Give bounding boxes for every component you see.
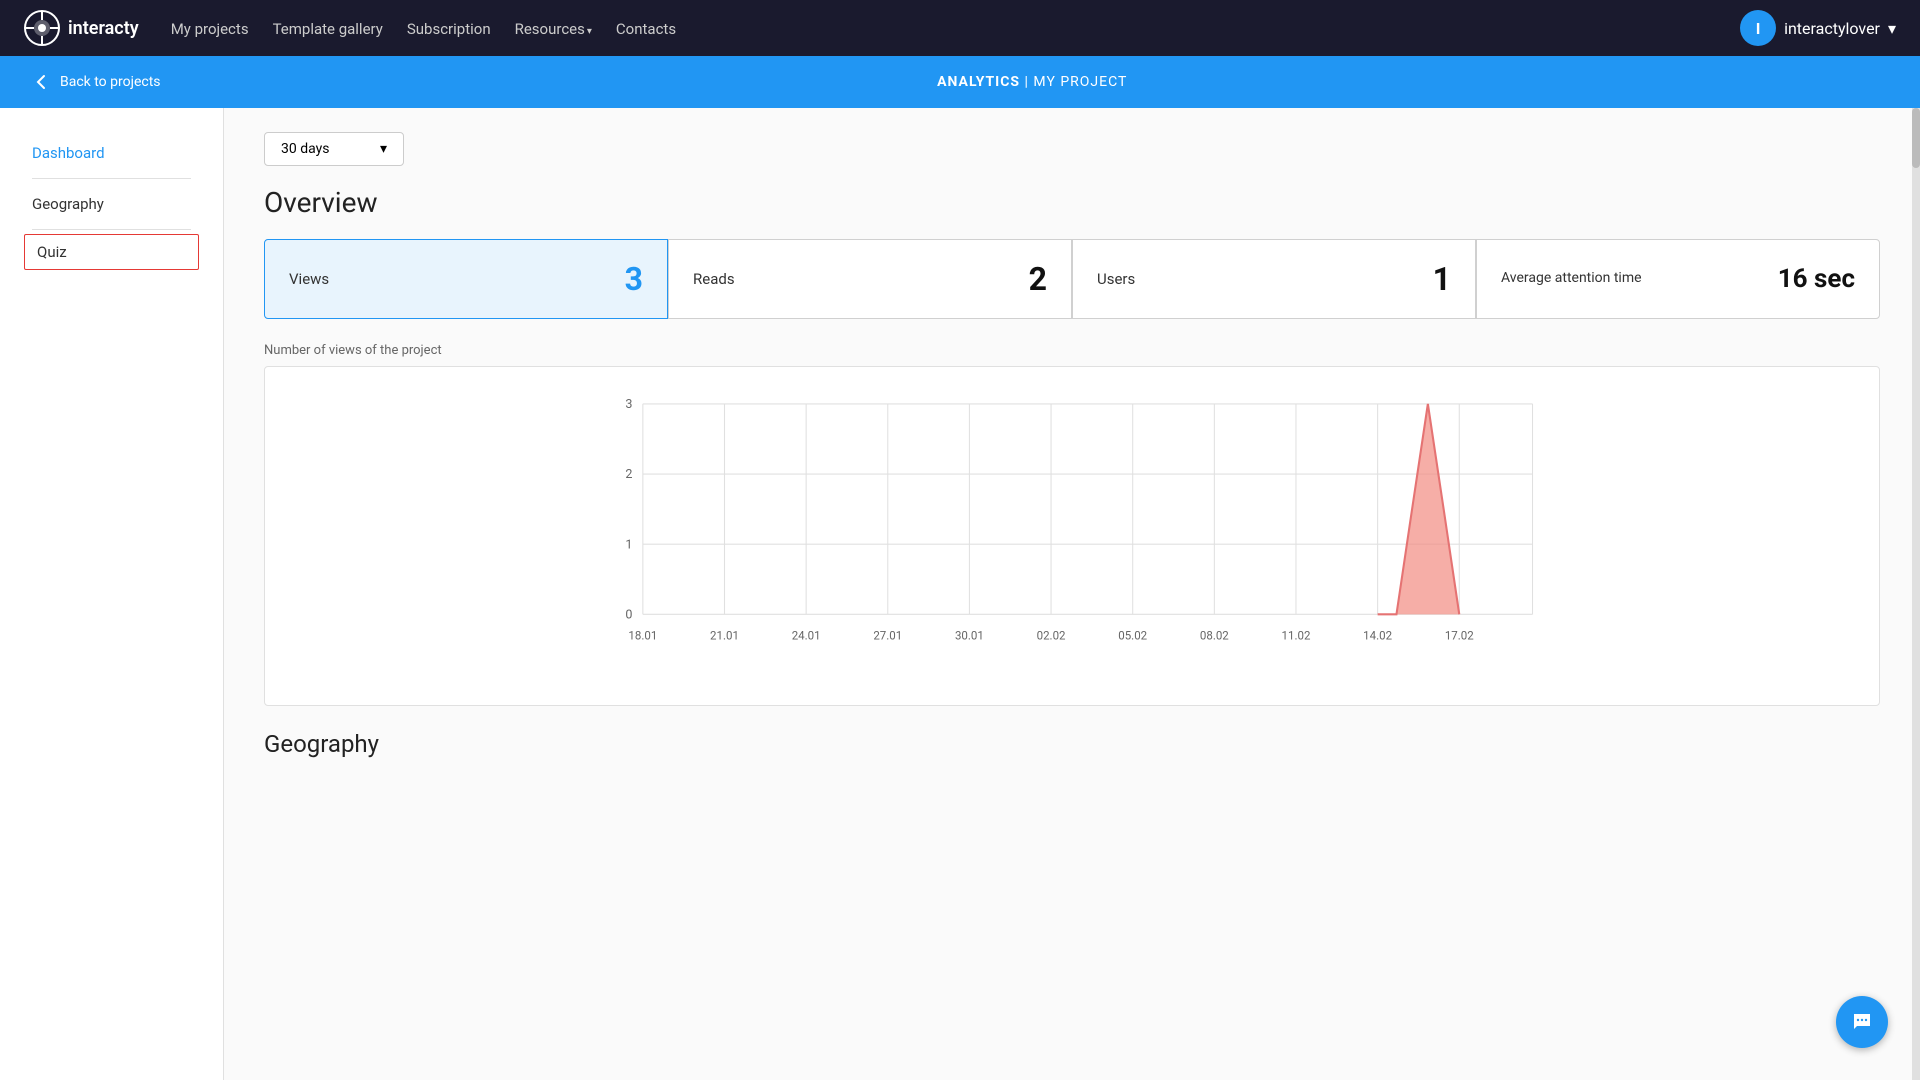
scrollbar-track[interactable]: [1912, 108, 1920, 1080]
svg-text:11.02: 11.02: [1282, 628, 1311, 642]
top-navigation: interacty My projects Template gallery S…: [0, 0, 1920, 56]
username: interactylover: [1784, 19, 1880, 38]
svg-text:2: 2: [625, 467, 632, 482]
svg-text:30.01: 30.01: [955, 628, 984, 642]
date-filter-container: 30 days ▾: [264, 132, 1880, 166]
nav-subscription[interactable]: Subscription: [407, 20, 491, 38]
sidebar-divider: [32, 178, 191, 179]
back-arrow-icon: [32, 72, 52, 92]
date-range-dropdown[interactable]: 30 days ▾: [264, 132, 404, 166]
page-header-bar: Back to projects ANALYTICS | MY PROJECT: [0, 56, 1920, 108]
svg-text:17.02: 17.02: [1445, 628, 1474, 642]
date-range-value: 30 days: [281, 141, 329, 157]
users-label: Users: [1097, 270, 1135, 288]
views-label: Views: [289, 270, 329, 288]
geography-section-title: Geography: [264, 730, 1880, 758]
user-chevron-icon: ▾: [1888, 19, 1896, 38]
reads-label: Reads: [693, 270, 735, 288]
users-value: 1: [1433, 260, 1451, 298]
sidebar-divider-2: [32, 229, 191, 230]
nav-resources[interactable]: Resources▾: [515, 20, 592, 38]
user-menu[interactable]: I interactylover ▾: [1740, 10, 1896, 46]
svg-text:21.01: 21.01: [710, 628, 739, 642]
views-chart: 3 2 1 0 18.01 21.01 24.01 27.01 30.01 02…: [264, 366, 1880, 706]
nav-contacts[interactable]: Contacts: [616, 20, 676, 38]
main-layout: Dashboard Geography Quiz 30 days ▾ Overv…: [0, 108, 1920, 1080]
chat-icon: [1850, 1010, 1874, 1034]
views-card[interactable]: Views 3: [264, 239, 668, 319]
svg-text:0: 0: [625, 608, 632, 623]
main-content: 30 days ▾ Overview Views 3 Reads 2 Users…: [224, 108, 1920, 1080]
svg-text:08.02: 08.02: [1200, 628, 1229, 642]
reads-card[interactable]: Reads 2: [668, 239, 1072, 319]
chart-label: Number of views of the project: [264, 343, 1880, 358]
sidebar-item-quiz[interactable]: Quiz: [24, 234, 199, 270]
svg-text:02.02: 02.02: [1037, 628, 1066, 642]
svg-text:14.02: 14.02: [1363, 628, 1392, 642]
scrollbar-thumb[interactable]: [1912, 108, 1920, 168]
views-value: 3: [625, 260, 643, 298]
attention-card[interactable]: Average attention time 16 sec: [1476, 239, 1880, 319]
sidebar-item-dashboard[interactable]: Dashboard: [0, 132, 223, 174]
stat-cards: Views 3 Reads 2 Users 1 Average attentio…: [264, 239, 1880, 319]
resources-dropdown-icon: ▾: [587, 26, 592, 37]
nav-links: My projects Template gallery Subscriptio…: [171, 19, 1708, 38]
logo-text: interacty: [68, 18, 139, 39]
attention-label: Average attention time: [1501, 269, 1642, 289]
logo-icon: [24, 10, 60, 46]
reads-value: 2: [1029, 260, 1047, 298]
users-card[interactable]: Users 1: [1072, 239, 1476, 319]
page-title: ANALYTICS | MY PROJECT: [177, 74, 1889, 90]
back-label: Back to projects: [60, 74, 161, 90]
attention-value: 16 sec: [1778, 264, 1855, 294]
svg-text:3: 3: [625, 397, 632, 412]
svg-text:1: 1: [625, 537, 632, 552]
svg-text:05.02: 05.02: [1118, 628, 1147, 642]
svg-text:18.01: 18.01: [628, 628, 657, 642]
nav-template-gallery[interactable]: Template gallery: [273, 20, 383, 38]
back-to-projects-button[interactable]: Back to projects: [32, 72, 161, 92]
dropdown-chevron-icon: ▾: [380, 141, 387, 157]
nav-my-projects[interactable]: My projects: [171, 20, 249, 38]
sidebar: Dashboard Geography Quiz: [0, 108, 224, 1080]
chat-button[interactable]: [1836, 996, 1888, 1048]
logo[interactable]: interacty: [24, 10, 139, 46]
chart-svg: 3 2 1 0 18.01 21.01 24.01 27.01 30.01 02…: [281, 383, 1863, 697]
svg-text:27.01: 27.01: [873, 628, 902, 642]
sidebar-item-geography[interactable]: Geography: [0, 183, 223, 225]
overview-title: Overview: [264, 186, 1880, 219]
svg-text:24.01: 24.01: [792, 628, 821, 642]
avatar: I: [1740, 10, 1776, 46]
